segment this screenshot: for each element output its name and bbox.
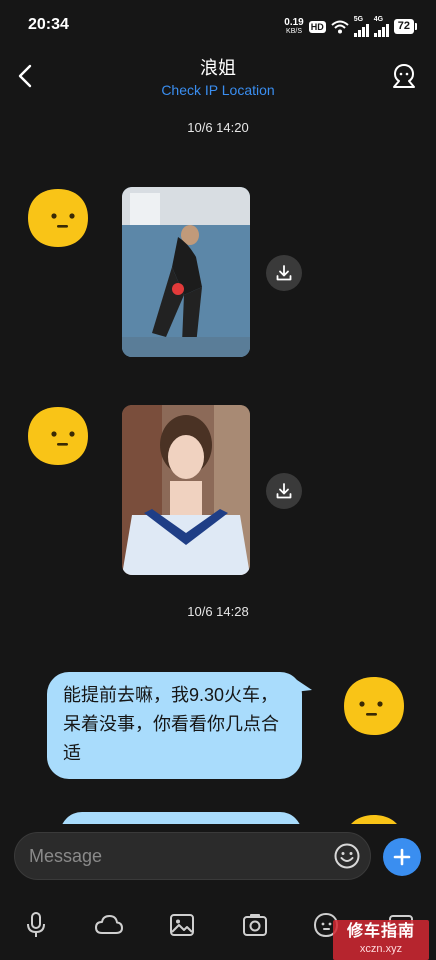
plus-icon [393, 848, 411, 866]
composer-bar [0, 830, 436, 886]
watermark: 修车指南 xczn.xyz [333, 920, 429, 960]
image-icon [170, 914, 194, 936]
message-timestamp: 10/6 14:20 [187, 120, 249, 135]
my-avatar[interactable] [340, 674, 408, 738]
outgoing-message-bubble-partial[interactable] [60, 812, 302, 824]
status-time: 20:34 [28, 16, 69, 33]
photo-image-1 [122, 187, 250, 357]
add-button[interactable] [383, 838, 421, 876]
signal-4g-label: 4G [373, 16, 384, 23]
network-speed: 0.19 KB/S [284, 16, 304, 36]
shared-photo-2[interactable] [122, 405, 250, 575]
network-speed-value: 0.19 [284, 16, 304, 28]
watermark-url: xczn.xyz [359, 943, 403, 955]
status-indicators: 0.19 KB/S HD 5G 4G 72 [284, 16, 418, 37]
hd-badge: HD [308, 20, 326, 33]
bubble-tail [294, 678, 312, 692]
signal-5g-label: 5G [353, 16, 364, 23]
message-list[interactable]: 10/6 14:20 10/6 14:28 能提前去嘛，我9.30火车，呆着没事… [0, 100, 436, 824]
wifi-icon [331, 20, 349, 33]
check-ip-location-link[interactable]: Check IP Location [0, 82, 436, 98]
signal-bars-icon [373, 23, 389, 37]
microphone-icon [27, 912, 45, 937]
download-button-2[interactable] [266, 473, 302, 509]
chat-header: 浪姐 Check IP Location [0, 52, 436, 100]
contact-avatar[interactable] [24, 404, 92, 468]
contact-avatar[interactable] [24, 186, 92, 250]
status-bar: 20:34 0.19 KB/S HD 5G 4G 72 [0, 0, 436, 52]
download-icon [276, 265, 292, 281]
gallery-button[interactable] [167, 910, 197, 940]
camera-icon [243, 914, 267, 936]
contact-profile-icon[interactable] [390, 62, 418, 90]
camera-button[interactable] [240, 910, 270, 940]
watermark-main-text: 修车指南 [346, 923, 415, 940]
contact-name[interactable]: 浪姐 [0, 54, 436, 80]
network-speed-unit: KB/S [286, 27, 302, 35]
shared-photo-1[interactable] [122, 187, 250, 357]
outgoing-message-bubble[interactable]: 能提前去嘛，我9.30火车，呆着没事，你看看你几点合适 [47, 672, 302, 779]
cloud-button[interactable] [94, 910, 124, 940]
battery-indicator: 72 [393, 19, 418, 34]
photo-image-2 [122, 405, 250, 575]
cloud-icon [95, 915, 123, 934]
emoji-icon[interactable] [333, 842, 361, 870]
signal-4g: 4G [373, 16, 389, 37]
signal-bars-icon [353, 23, 369, 37]
download-button-1[interactable] [266, 255, 302, 291]
message-input[interactable] [14, 832, 371, 880]
download-icon [276, 483, 292, 499]
outgoing-message-text: 能提前去嘛，我9.30火车，呆着没事，你看看你几点合适 [63, 685, 279, 763]
my-avatar[interactable] [340, 812, 408, 824]
voice-button[interactable] [21, 910, 51, 940]
message-timestamp: 10/6 14:28 [187, 604, 249, 619]
signal-5g: 5G [353, 16, 369, 37]
